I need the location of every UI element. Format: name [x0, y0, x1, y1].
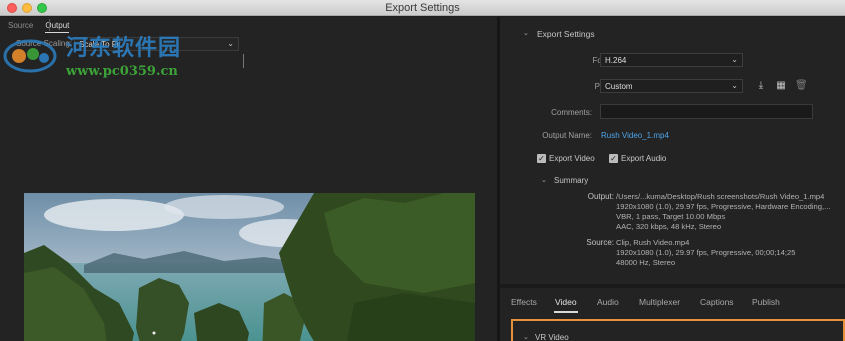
comments-field[interactable] [600, 104, 813, 119]
crop-divider [243, 54, 244, 68]
summary-source-line-3: 48000 Hz, Stereo [616, 258, 676, 267]
tab-effects[interactable]: Effects [511, 297, 537, 307]
summary-header[interactable]: Summary [554, 176, 588, 185]
summary-output-line-1: /Users/...kuma/Desktop/Rush screenshots/… [616, 192, 825, 201]
video-preview-frame [24, 193, 475, 341]
export-video-checkbox[interactable]: ✓ [537, 154, 546, 163]
watermark-name: 河东软件园 [66, 35, 182, 61]
comments-label: Comments: [551, 108, 592, 117]
tab-publish[interactable]: Publish [752, 297, 780, 307]
export-audio-label[interactable]: Export Audio [621, 154, 666, 163]
preset-value: Custom [605, 82, 633, 91]
preset-select[interactable]: Custom ⌄ [600, 79, 743, 93]
tab-video[interactable]: Video [555, 297, 577, 307]
format-value: H.264 [605, 56, 627, 65]
settings-tabs: Effects Video Audio Multiplexer Captions… [500, 288, 845, 316]
summary-source-label: Source: [586, 238, 614, 247]
title-bar: Export Settings [0, 0, 845, 16]
output-name-link[interactable]: Rush Video_1.mp4 [601, 131, 669, 140]
tab-audio[interactable]: Audio [597, 297, 619, 307]
watermark-logo [3, 39, 57, 73]
trash-icon[interactable]: 🗑 [795, 80, 808, 92]
tab-divider [49, 19, 50, 31]
chevron-down-icon: ⌄ [227, 39, 234, 48]
summary-chevron-icon[interactable]: ⌄ [541, 176, 547, 184]
chevron-down-icon: ⌄ [731, 55, 738, 64]
tab-multiplexer[interactable]: Multiplexer [639, 297, 680, 307]
export-video-label[interactable]: Export Video [549, 154, 595, 163]
source-output-tabs: Source Output [8, 19, 70, 33]
tab-source[interactable]: Source [8, 19, 33, 33]
download-icon[interactable]: ⤓ [755, 80, 767, 92]
summary-source-line-1: Clip, Rush Video.mp4 [616, 238, 690, 247]
active-tab-indicator [554, 311, 578, 313]
vr-video-chevron-icon[interactable]: ⌄ [523, 333, 529, 341]
collapse-chevron-icon[interactable]: ⌄ [523, 29, 529, 37]
export-settings-panel: ⌄ Export Settings Format: H.264 ⌄ Preset… [500, 17, 845, 341]
vr-video-header[interactable]: VR Video [535, 333, 569, 341]
watermark-url: www.pc0359.cn [66, 64, 178, 79]
summary-output-line-2: 1920x1080 (1.0), 29.97 fps, Progressive,… [616, 202, 831, 211]
window-title: Export Settings [385, 2, 460, 14]
export-settings-header[interactable]: Export Settings [537, 29, 595, 39]
export-audio-checkbox[interactable]: ✓ [609, 154, 618, 163]
summary-source-line-2: 1920x1080 (1.0), 29.97 fps, Progressive,… [616, 248, 796, 257]
format-select[interactable]: H.264 ⌄ [600, 53, 743, 67]
summary-output-label: Output: [587, 192, 614, 201]
tab-captions[interactable]: Captions [700, 297, 734, 307]
output-name-label: Output Name: [542, 131, 592, 140]
summary-output-line-3: VBR, 1 pass, Target 10.00 Mbps [616, 212, 726, 221]
vr-video-section[interactable]: ⌄ VR Video [511, 319, 845, 341]
preview-panel: Source Output Source Scaling: Scale To F… [0, 17, 497, 341]
chevron-down-icon: ⌄ [731, 81, 738, 90]
summary-output-line-4: AAC, 320 kbps, 48 kHz, Stereo [616, 222, 722, 231]
import-icon[interactable]: ▦ [775, 80, 787, 92]
